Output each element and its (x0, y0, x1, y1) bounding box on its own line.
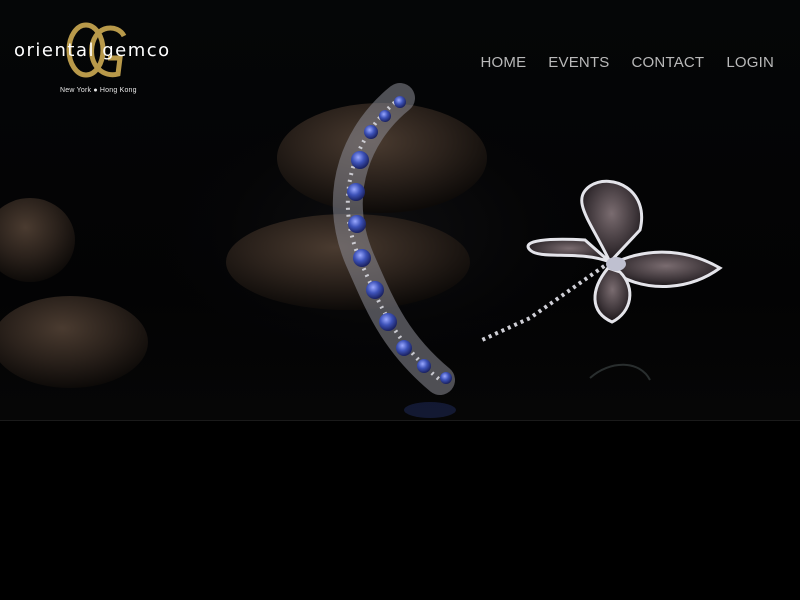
brand-logo[interactable]: oriental gemco New York ● Hong Kong (12, 18, 192, 102)
hero-banner: oriental gemco New York ● Hong Kong HOME… (0, 0, 800, 420)
nav-login[interactable]: LOGIN (726, 54, 774, 71)
main-nav: HOME EVENTS CONTACT LOGIN (480, 54, 774, 71)
nav-home[interactable]: HOME (480, 54, 526, 71)
nav-events[interactable]: EVENTS (548, 54, 609, 71)
nav-contact[interactable]: CONTACT (632, 54, 705, 71)
butterfly-brooch (481, 179, 723, 342)
brand-tagline: New York ● Hong Kong (60, 87, 137, 94)
page-content-area (0, 421, 800, 600)
brand-wordmark: oriental gemco (14, 40, 171, 61)
